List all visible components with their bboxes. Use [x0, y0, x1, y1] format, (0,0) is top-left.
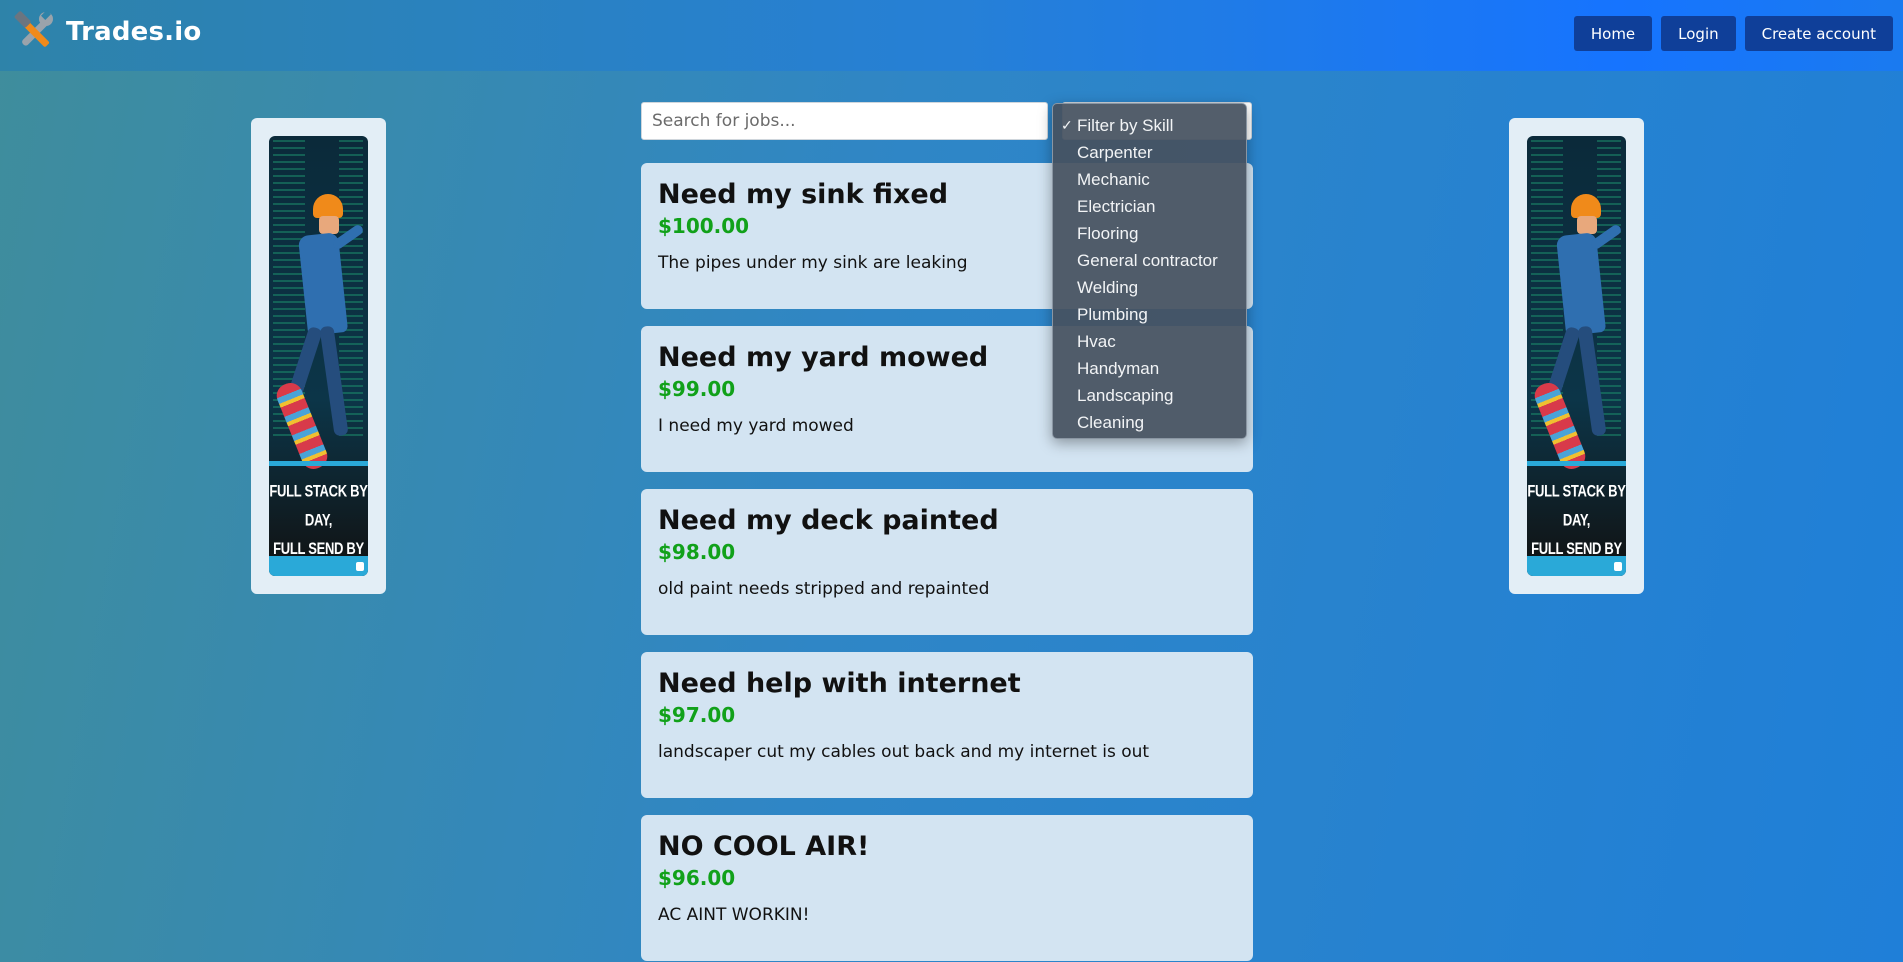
brand-name: Trades.io — [66, 17, 202, 47]
ad-footer-strip — [1527, 556, 1626, 576]
ad-banner-left[interactable]: FULL STACK BY DAY, FULL SEND BY NIGHT — [251, 118, 386, 594]
login-button[interactable]: Login — [1661, 16, 1736, 51]
ad-image: FULL STACK BY DAY, FULL SEND BY NIGHT — [269, 136, 368, 576]
ad-badge-icon — [356, 562, 364, 571]
dropdown-option-cleaning[interactable]: Cleaning — [1053, 409, 1246, 436]
ad-tagline-line1: FULL STACK BY DAY, — [1527, 481, 1626, 530]
ad-badge-icon — [1614, 562, 1622, 571]
ad-floor — [1527, 461, 1626, 466]
dropdown-option-hvac[interactable]: Hvac — [1053, 328, 1246, 355]
job-title: NO COOL AIR! — [658, 831, 870, 862]
job-card[interactable]: NO COOL AIR! $96.00 AC AINT WORKIN! — [641, 815, 1253, 961]
job-price: $96.00 — [658, 866, 736, 890]
search-input[interactable] — [641, 102, 1048, 140]
dropdown-option-plumbing[interactable]: Plumbing — [1053, 301, 1246, 328]
dropdown-option-electrician[interactable]: Electrician — [1053, 193, 1246, 220]
dropdown-option-handyman[interactable]: Handyman — [1053, 355, 1246, 382]
create-account-button[interactable]: Create account — [1744, 16, 1893, 51]
job-title: Need my yard mowed — [658, 342, 989, 373]
skater-helmet — [313, 194, 343, 218]
job-description: The pipes under my sink are leaking — [658, 253, 968, 273]
ad-image: FULL STACK BY DAY, FULL SEND BY NIGHT — [1527, 136, 1626, 576]
dropdown-option-filter-by-skill[interactable]: ✓ Filter by Skill — [1053, 112, 1246, 139]
top-navbar: Trades.io Home Login Create account — [0, 0, 1903, 71]
job-title: Need my sink fixed — [658, 179, 949, 210]
job-card[interactable]: Need help with internet $97.00 landscape… — [641, 652, 1253, 798]
job-price: $100.00 — [658, 214, 750, 238]
dropdown-option-carpenter[interactable]: Carpenter — [1053, 139, 1246, 166]
job-title: Need my deck painted — [658, 505, 999, 536]
ad-footer-strip — [269, 556, 368, 576]
skill-filter-dropdown: ✓ Filter by Skill Carpenter Mechanic Ele… — [1052, 103, 1247, 439]
dropdown-option-general-contractor[interactable]: General contractor — [1053, 247, 1246, 274]
job-description: I need my yard mowed — [658, 416, 854, 436]
dropdown-option-label: Filter by Skill — [1077, 116, 1174, 135]
job-price: $97.00 — [658, 703, 736, 727]
job-card[interactable]: Need my deck painted $98.00 old paint ne… — [641, 489, 1253, 635]
job-price: $99.00 — [658, 377, 736, 401]
dropdown-option-welding[interactable]: Welding — [1053, 274, 1246, 301]
ad-floor — [269, 461, 368, 466]
ad-tagline-line1: FULL STACK BY DAY, — [269, 481, 368, 530]
skater-face — [319, 216, 339, 234]
ad-banner-right[interactable]: FULL STACK BY DAY, FULL SEND BY NIGHT — [1509, 118, 1644, 594]
job-title: Need help with internet — [658, 668, 1021, 699]
job-description: landscaper cut my cables out back and my… — [658, 742, 1150, 762]
job-price: $98.00 — [658, 540, 736, 564]
nav-menu: Home Login Create account — [1573, 16, 1893, 51]
home-button[interactable]: Home — [1573, 16, 1653, 51]
checkmark-icon: ✓ — [1061, 117, 1073, 133]
tools-icon — [12, 9, 58, 55]
skater-face — [1577, 216, 1597, 234]
job-description: old paint needs stripped and repainted — [658, 579, 990, 599]
skater-helmet — [1571, 194, 1601, 218]
brand[interactable]: Trades.io — [12, 9, 201, 55]
job-description: AC AINT WORKIN! — [658, 905, 810, 925]
dropdown-option-flooring[interactable]: Flooring — [1053, 220, 1246, 247]
dropdown-option-mechanic[interactable]: Mechanic — [1053, 166, 1246, 193]
dropdown-option-landscaping[interactable]: Landscaping — [1053, 382, 1246, 409]
